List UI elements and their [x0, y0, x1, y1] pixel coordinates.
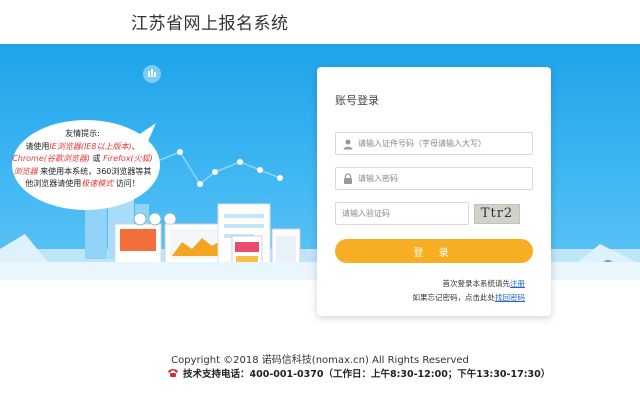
captcha-input[interactable]	[342, 205, 464, 222]
login-title: 账号登录	[335, 94, 379, 107]
site-title: 江苏省网上报名系统	[131, 14, 289, 34]
forgot-password-hint: 如果忘记密码，点击此处找回密码	[412, 293, 526, 302]
speed-mode-text: 极速模式	[81, 179, 114, 188]
captcha-field[interactable]	[335, 202, 469, 225]
password-field[interactable]	[335, 167, 533, 190]
login-button[interactable]: 登 录	[335, 239, 533, 263]
password-input[interactable]	[358, 170, 528, 187]
header: 江苏省网上报名系统	[0, 0, 640, 44]
register-hint: 首次登录本系统请先注册	[442, 279, 526, 288]
support-phone: 技术支持电话：400-001-0370（工作日：上午8:30-12:00；下午1…	[167, 366, 550, 380]
copyright: Copyright ©2018 诺码信科技(nomax.cn) All Righ…	[171, 355, 469, 366]
ie-browser-text: IE浏览器(IE8以上版本)	[49, 141, 132, 151]
id-number-input[interactable]	[358, 135, 528, 152]
captcha-image[interactable]: Ttr2	[474, 204, 520, 224]
lock-icon	[344, 173, 352, 184]
login-card: 账号登录 Ttr2 登 录 首次登录本系统请先注册 如果忘记密码，点击此处找回密…	[317, 67, 551, 316]
forgot-password-link[interactable]: 找回密码	[495, 293, 525, 302]
chrome-browser-text: Chrome(谷歌浏览器)	[12, 154, 90, 163]
user-icon	[343, 139, 353, 150]
login-page: 江苏省网上报名系统 友情提示: 请使用IE浏览器(IE8以上版本)、 Chrom…	[0, 0, 640, 401]
notice-text: 友情提示: 请使用IE浏览器(IE8以上版本)、 Chrome(谷歌浏览器) 或…	[10, 128, 155, 191]
phone-icon	[168, 369, 178, 377]
register-link[interactable]: 注册	[510, 279, 525, 288]
id-number-field[interactable]	[335, 132, 533, 155]
notice-title: 友情提示:	[65, 129, 100, 138]
